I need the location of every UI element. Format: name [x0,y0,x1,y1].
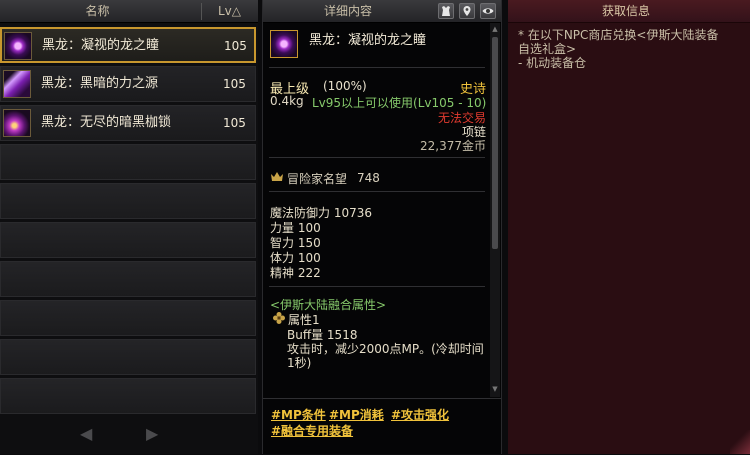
empty-list-slot [0,378,256,414]
empty-list-slot [0,300,256,336]
acquisition-text: * 在以下NPC商店兑换<伊斯大陆装备 [518,28,719,42]
flower-icon [273,312,285,324]
item-detail-panel: 详细内容 黑龙：凝视的龙之瞳 最上级 (100%) 史诗 0.4kg Lv95以… [262,0,502,454]
list-item[interactable]: 黑龙：凝视的龙之瞳 105 [0,27,256,63]
acquisition-text: 自选礼盒> [518,42,577,56]
list-item[interactable]: 黑龙：无尽的暗黑枷锁 105 [0,105,256,141]
tag-links: #MP条件 #MP消耗 #攻击强化 #融合专用装备 [263,398,501,455]
item-icon [4,32,32,60]
tag-link-mp-condition[interactable]: #MP条件 [271,406,326,423]
stat-line: 精神 222 [270,266,321,280]
acquisition-title: 获取信息 [601,4,650,18]
scroll-thumb[interactable] [492,37,498,249]
prev-page-arrow-icon[interactable]: ◀ [80,424,92,444]
detail-scrollbar[interactable]: ▲ ▼ [490,23,500,397]
item-weight: 0.4kg [270,94,304,108]
effect-text: 1秒) [287,356,312,370]
item-name: 黑龙：无尽的暗黑枷锁 [41,115,172,130]
acquisition-info-panel: 获取信息 * 在以下NPC商店兑换<伊斯大陆装备 自选礼盒> - 机动装备仓 [508,0,750,454]
tag-link-fusion-equipment[interactable]: #融合专用装备 [271,422,353,439]
column-divider [201,3,202,20]
acquisition-text: - 机动装备仓 [518,56,587,70]
reputation-value: 748 [357,171,380,185]
empty-list-slot [0,183,256,219]
effect-text: 攻击时，减少2000点MP。(冷却时间 [287,342,484,356]
acquisition-content: * 在以下NPC商店兑换<伊斯大陆装备 自选礼盒> - 机动装备仓 [518,28,744,70]
item-name: 黑龙：黑暗的力之源 [41,76,159,91]
scroll-down-icon[interactable]: ▼ [491,385,499,393]
tag-link-mp-cost[interactable]: #MP消耗 [329,406,384,423]
scroll-up-icon[interactable]: ▲ [491,25,499,33]
divider [269,67,485,68]
reputation-label: 冒险家名望 [287,172,348,186]
item-name: 黑龙：凝视的龙之瞳 [309,33,427,48]
item-icon [3,70,31,98]
divider [269,157,485,158]
grade-percent: (100%) [323,79,367,93]
item-name: 黑龙：凝视的龙之瞳 [42,38,160,53]
item-icon [270,30,298,58]
item-price: 22,377金币 [420,139,486,153]
item-icon [3,109,31,137]
item-level: 105 [223,116,246,130]
acquisition-header: 获取信息 [508,0,750,23]
tag-link-attack-boost[interactable]: #攻击强化 [391,406,449,423]
list-item[interactable]: 黑龙：黑暗的力之源 105 [0,66,256,102]
next-page-arrow-icon[interactable]: ▶ [146,424,158,444]
detail-content: 黑龙：凝视的龙之瞳 最上级 (100%) 史诗 0.4kg Lv95以上可以使用… [263,23,490,397]
location-pin-icon[interactable] [459,3,475,19]
list-header: 名称 Lv△ [0,0,258,23]
divider [269,191,485,192]
item-level: 105 [224,39,247,53]
item-level: 105 [223,77,246,91]
crown-icon [271,172,283,181]
panel-corner-decoration [730,430,750,454]
item-list-panel: 名称 Lv△ 黑龙：凝视的龙之瞳 105 黑龙：黑暗的力之源 105 黑龙：无尽… [0,0,258,454]
eye-icon[interactable] [480,3,496,19]
empty-list-slot [0,261,256,297]
empty-list-slot [0,339,256,375]
empty-list-slot [0,144,256,180]
divider [269,286,485,287]
armor-icon[interactable] [438,3,454,19]
column-name-header[interactable]: 名称 [0,0,195,23]
pagination: ◀ ▶ [80,424,160,444]
detail-header: 详细内容 [263,0,501,23]
detail-title: 详细内容 [323,4,372,18]
column-level-header[interactable]: Lv△ [218,0,241,23]
empty-list-slot [0,222,256,258]
